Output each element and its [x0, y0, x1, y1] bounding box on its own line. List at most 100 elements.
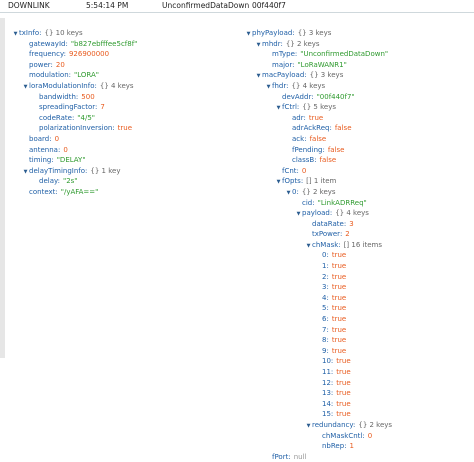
key-colon: :: [280, 39, 283, 48]
tree-leaf-row: spreadingFactor: 7: [12, 102, 137, 113]
tree-node-row[interactable]: ▼ fhdr:{} 4 keys: [245, 81, 392, 92]
key-colon: :: [112, 124, 115, 133]
tree-leaf-row: polarizationInversion: true: [12, 123, 137, 134]
node-value: "2s": [62, 177, 78, 186]
key-colon: :: [330, 378, 334, 387]
key-colon: :: [303, 113, 306, 122]
node-summary: [] 1 item: [306, 177, 337, 186]
node-value: "LoRaWANR1": [297, 60, 347, 69]
node-key: txPower: [312, 230, 340, 239]
key-colon: :: [296, 166, 299, 175]
node-key: gatewayId: [29, 39, 66, 48]
tree-node-row[interactable]: ▼ fOpts:[] 1 item: [245, 176, 392, 187]
key-colon: :: [326, 346, 329, 355]
timestamp: 5:54:14 PM: [86, 1, 129, 10]
key-colon: :: [326, 315, 329, 324]
key-colon: :: [311, 92, 314, 101]
tree-node-row[interactable]: ▼ chMask:[] 16 items: [245, 240, 392, 251]
tree-node-row[interactable]: ▼ txInfo:{} 10 keys: [12, 28, 137, 39]
key-colon: :: [300, 177, 304, 186]
tree-node-row[interactable]: ▼ fCtrl:{} 5 keys: [245, 102, 392, 113]
key-colon: :: [286, 81, 289, 90]
key-colon: :: [322, 145, 325, 154]
key-colon: :: [314, 156, 317, 165]
key-colon: :: [330, 410, 334, 419]
node-key: devAddr: [282, 92, 312, 101]
tree-leaf-row: 0: true: [245, 250, 392, 261]
key-colon: :: [94, 103, 98, 112]
tree-node-row[interactable]: ▼ loraModulationInfo:{} 4 keys: [12, 81, 137, 92]
node-summary: {} 4 keys: [335, 209, 369, 218]
tree-leaf-row: 15: true: [245, 409, 392, 420]
key-colon: :: [292, 60, 295, 69]
key-colon: :: [353, 420, 356, 429]
node-value: 0: [63, 145, 68, 154]
node-key: chMaskCntl: [322, 431, 363, 440]
node-value: true: [331, 251, 347, 260]
tree-node-row[interactable]: ▼ 0:{} 2 keys: [245, 187, 392, 198]
tree-leaf-row: fCnt: 0: [245, 166, 392, 177]
node-key: timing: [29, 156, 52, 165]
node-value: "DELAY": [56, 156, 86, 165]
node-key: modulation: [29, 71, 69, 80]
node-key: bandwidth: [39, 92, 76, 101]
tree-leaf-row: fPending: false: [245, 145, 392, 156]
tree-node-row[interactable]: ▼ delayTimingInfo:{} 1 key: [12, 166, 137, 177]
tree-node-row[interactable]: ▼ payload:{} 4 keys: [245, 208, 392, 219]
key-colon: :: [326, 283, 329, 292]
node-key: macPayload: [262, 71, 305, 80]
node-key: 12: [322, 378, 331, 387]
node-summary: {} 5 keys: [302, 103, 336, 112]
node-value: false: [319, 156, 337, 165]
node-value: "00f440f7": [316, 92, 355, 101]
node-value: "LinkADRReq": [317, 198, 367, 207]
tree-leaf-row: bandwidth: 500: [12, 92, 137, 103]
key-colon: :: [343, 219, 347, 228]
tree-leaf-row: 9: true: [245, 346, 392, 357]
key-colon: :: [326, 262, 329, 271]
key-colon: :: [71, 113, 75, 122]
message-header[interactable]: DOWNLINK 5:54:14 PM UnconfirmedDataDown …: [0, 0, 474, 13]
node-value: true: [336, 357, 351, 366]
tx-info-tree: ▼ txInfo:{} 10 keys gatewayId: "b827ebfffee…: [12, 28, 138, 198]
node-value: true: [331, 336, 347, 345]
key-colon: :: [75, 92, 79, 101]
tree-node-row[interactable]: ▼ macPayload:{} 3 keys: [245, 70, 392, 81]
node-key: frequency: [29, 50, 64, 59]
node-key: delay: [39, 177, 58, 186]
tree-node-row[interactable]: ▼ phyPayload:{} 3 keys: [245, 28, 392, 39]
tree-leaf-row: modulation: "LORA": [12, 70, 137, 81]
node-value: 2: [345, 230, 350, 239]
node-key: fhdr: [272, 81, 287, 90]
node-key: context: [29, 187, 56, 196]
node-value: true: [331, 325, 347, 334]
node-summary: {} 3 keys: [309, 71, 344, 80]
node-value: "b827ebfffee5cf8f": [70, 39, 138, 48]
tree-leaf-row: cid: "LinkADRReq": [245, 198, 392, 209]
node-value: true: [331, 283, 347, 292]
node-value: true: [331, 262, 347, 271]
key-colon: :: [85, 166, 88, 175]
node-value: "LORA": [73, 71, 99, 80]
node-value: 0: [367, 431, 373, 440]
node-key: redundancy: [312, 420, 353, 429]
node-key: fCtrl: [282, 103, 297, 112]
node-key: payload: [302, 209, 330, 218]
key-colon: :: [50, 60, 53, 69]
node-value: true: [336, 410, 351, 419]
tree-node-row[interactable]: ▼ redundancy:{} 2 keys: [245, 420, 393, 431]
node-key: 11: [322, 368, 331, 376]
tree-node-row[interactable]: ▼ mhdr:{} 2 keys: [245, 39, 392, 50]
node-key: major: [272, 60, 293, 69]
node-value: false: [309, 134, 327, 143]
node-value: false: [334, 124, 352, 133]
node-value: true: [308, 113, 324, 122]
key-colon: :: [304, 134, 307, 143]
tree-leaf-row: 8: true: [245, 335, 392, 346]
node-summary: {} 2 keys: [285, 39, 320, 48]
scrollbar[interactable]: [0, 18, 5, 358]
tree-leaf-row: dataRate: 3: [245, 219, 392, 230]
tree-leaf-row: major: "LoRaWANR1": [245, 60, 392, 71]
node-key: spreadingFactor: [39, 103, 95, 112]
key-colon: :: [326, 336, 329, 345]
